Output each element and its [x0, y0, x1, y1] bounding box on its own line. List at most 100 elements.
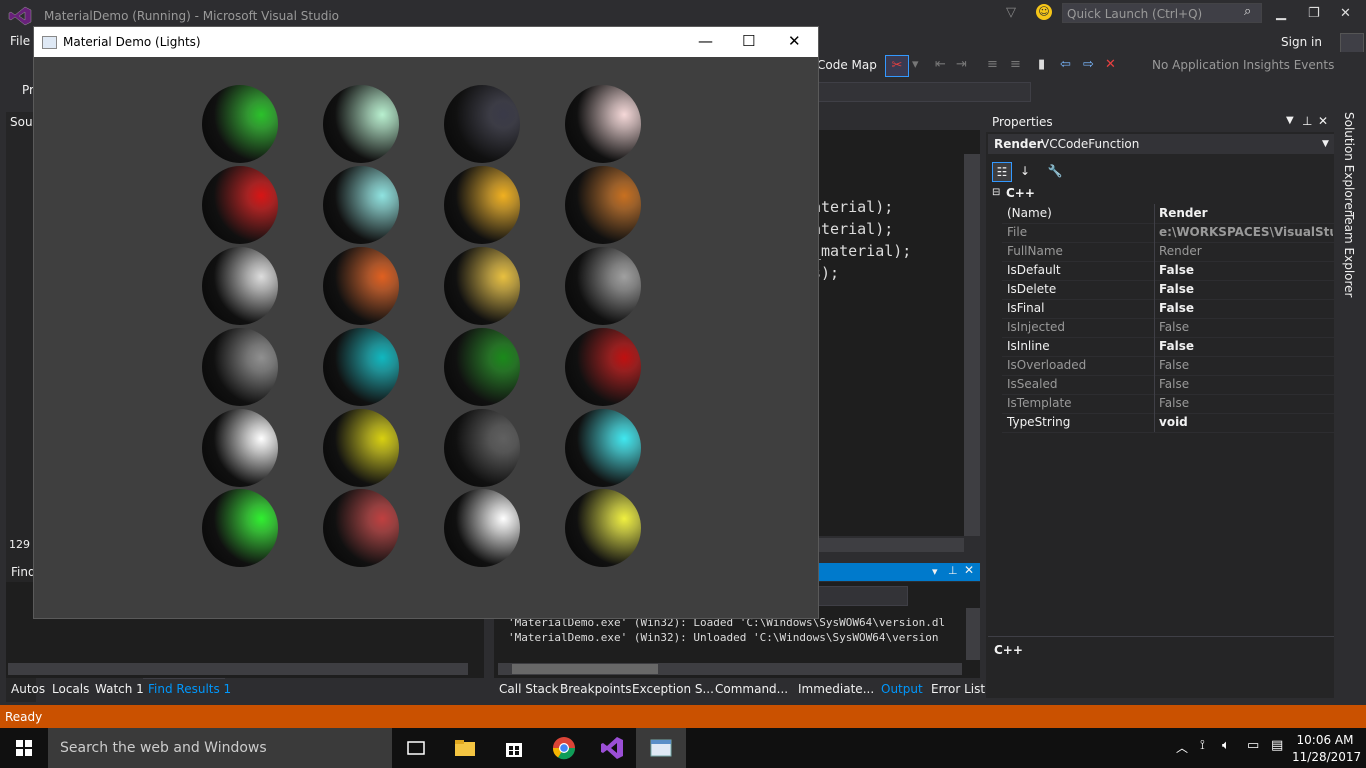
minimize-button[interactable]: ▁	[1276, 6, 1286, 21]
dropdown-arrow-icon[interactable]: ▼	[1286, 115, 1294, 126]
divider	[1154, 413, 1155, 432]
output-vertical-scrollbar[interactable]	[966, 608, 980, 660]
tab-watch-1[interactable]: Watch 1	[95, 682, 144, 696]
find-horizontal-scrollbar[interactable]	[8, 663, 468, 675]
property-row[interactable]: IsDefault False	[1002, 261, 1334, 281]
clock-time[interactable]: 10:06 AM	[1294, 733, 1356, 747]
property-row[interactable]: (Name) Render	[1002, 204, 1334, 224]
collapse-icon[interactable]: ⊟	[992, 187, 1000, 198]
categorized-icon[interactable]: ☷	[992, 162, 1012, 182]
tab-exception-settings[interactable]: Exception S...	[632, 682, 714, 696]
tab-solution-explorer[interactable]: Solution Explorer	[1342, 112, 1356, 215]
code-map-button[interactable]: Code Map	[817, 58, 877, 72]
pin-icon[interactable]: ⊥	[1302, 114, 1312, 128]
property-row[interactable]: File e:\WORKSPACES\VisualStudio1	[1002, 223, 1334, 243]
material-sphere	[565, 409, 641, 487]
quick-launch-input[interactable]: Quick Launch (Ctrl+Q)	[1062, 3, 1262, 23]
visual-studio-taskbar-icon[interactable]	[598, 734, 626, 762]
sign-in-link[interactable]: Sign in	[1281, 35, 1322, 49]
property-name: IsTemplate	[1007, 396, 1072, 410]
feedback-smiley-icon[interactable]: ☺	[1036, 4, 1052, 20]
property-row[interactable]: IsTemplate False	[1002, 394, 1334, 414]
bookmark-icon[interactable]: ▮	[1038, 57, 1045, 72]
tab-locals[interactable]: Locals	[52, 682, 89, 696]
restore-button[interactable]: ❐	[1308, 6, 1320, 21]
properties-title: Properties	[992, 115, 1053, 129]
file-explorer-icon[interactable]	[451, 734, 479, 762]
property-row[interactable]: IsInline False	[1002, 337, 1334, 357]
editor-vertical-scrollbar[interactable]	[964, 154, 980, 536]
close-pane-icon[interactable]: ✕	[964, 563, 974, 577]
comment-icon[interactable]: ≡	[987, 57, 998, 72]
property-value: False	[1159, 396, 1190, 410]
tab-find-results-1[interactable]: Find Results 1	[148, 682, 231, 696]
code-line: aterial);	[812, 220, 894, 238]
next-bookmark-icon[interactable]: ⇨	[1083, 57, 1094, 72]
toolbar-toggle-icon[interactable]: ✂	[885, 55, 909, 77]
tab-output[interactable]: Output	[881, 682, 923, 696]
application-insights-button[interactable]: No Application Insights Events	[1152, 58, 1334, 72]
search-icon[interactable]: ⌕	[1244, 4, 1251, 19]
app-window-icon	[42, 36, 57, 49]
pin-icon[interactable]: ⊥	[948, 564, 958, 577]
clear-bookmarks-icon[interactable]: ✕	[1105, 57, 1116, 72]
navigation-dropdown[interactable]	[817, 82, 1031, 102]
account-icon[interactable]	[1340, 33, 1364, 53]
alphabetical-icon[interactable]: ↓	[1016, 162, 1034, 180]
property-name: IsOverloaded	[1007, 358, 1087, 372]
indent-icon[interactable]: ⇤	[935, 57, 946, 72]
property-row[interactable]: IsSealed False	[1002, 375, 1334, 395]
dropdown-arrow-icon[interactable]: ▾	[912, 57, 919, 72]
network-icon[interactable]: ⟟	[1200, 738, 1205, 753]
property-row[interactable]: TypeString void	[1002, 413, 1334, 433]
demo-close-button[interactable]: ✕	[788, 32, 801, 50]
close-button[interactable]: ✕	[1340, 6, 1351, 21]
material-sphere	[565, 166, 641, 244]
notifications-icon[interactable]: ▤	[1271, 738, 1283, 753]
demo-minimize-button[interactable]: —	[698, 32, 713, 50]
property-value: False	[1159, 358, 1190, 372]
chrome-icon[interactable]	[550, 734, 578, 762]
editor-horizontal-scrollbar[interactable]	[818, 538, 964, 552]
property-pages-icon[interactable]: 🔧	[1046, 162, 1064, 180]
taskbar-search-text: Search the web and Windows	[60, 740, 267, 756]
render-canvas[interactable]	[34, 57, 818, 618]
menu-file[interactable]: File	[10, 34, 30, 48]
code-editor[interactable]	[818, 114, 980, 536]
uncomment-icon[interactable]: ≡	[1010, 57, 1021, 72]
property-row[interactable]: FullName Render	[1002, 242, 1334, 262]
material-demo-app-icon[interactable]	[647, 734, 675, 762]
chevron-down-icon[interactable]: ▼	[1322, 139, 1329, 149]
close-panel-icon[interactable]: ✕	[1318, 114, 1328, 128]
property-row[interactable]: IsInjected False	[1002, 318, 1334, 338]
battery-icon[interactable]: ▭	[1247, 738, 1259, 753]
store-icon[interactable]	[500, 734, 528, 762]
material-sphere	[323, 409, 399, 487]
tab-team-explorer[interactable]: Team Explorer	[1342, 212, 1356, 298]
chevron-up-icon[interactable]: ︿	[1176, 739, 1188, 756]
tab-error-list[interactable]: Error List	[931, 682, 985, 696]
volume-icon[interactable]: 🔈︎	[1222, 738, 1230, 753]
task-view-icon[interactable]	[402, 734, 430, 762]
clock-date[interactable]: 11/28/2017	[1292, 750, 1361, 764]
prev-bookmark-icon[interactable]: ⇦	[1060, 57, 1071, 72]
windows-start-icon[interactable]	[0, 728, 48, 768]
output-source-select[interactable]	[818, 586, 908, 606]
property-row[interactable]: IsFinal False	[1002, 299, 1334, 319]
tab-call-stack[interactable]: Call Stack	[499, 682, 558, 696]
material-sphere	[202, 166, 278, 244]
tab-autos[interactable]: Autos	[11, 682, 45, 696]
property-row[interactable]: IsOverloaded False	[1002, 356, 1334, 376]
output-scroll-thumb[interactable]	[512, 664, 658, 674]
property-row[interactable]: IsDelete False	[1002, 280, 1334, 300]
demo-maximize-button[interactable]: ☐	[742, 32, 755, 50]
outdent-icon[interactable]: ⇥	[956, 57, 967, 72]
tab-command-window[interactable]: Command...	[715, 682, 788, 696]
filter-icon[interactable]: ▽	[1006, 5, 1016, 20]
dropdown-arrow-icon[interactable]: ▾	[932, 565, 938, 578]
tab-immediate-window[interactable]: Immediate...	[798, 682, 874, 696]
tab-breakpoints[interactable]: Breakpoints	[560, 682, 631, 696]
material-sphere	[323, 247, 399, 325]
material-sphere	[444, 328, 520, 406]
material-sphere	[444, 166, 520, 244]
